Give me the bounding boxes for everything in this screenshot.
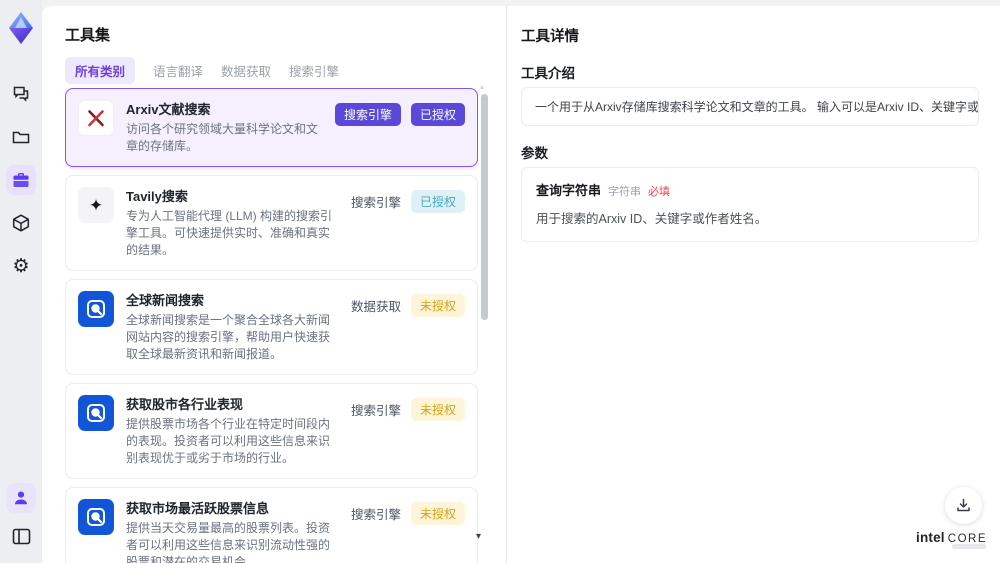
auth-badge: 未授权 [410, 398, 465, 421]
params-heading: 参数 [521, 146, 548, 161]
intro-text: 一个用于从Arxiv存储库搜索科学论文和文章的工具。 输入可以是Arxiv ID… [521, 87, 979, 126]
tool-desc: 提供当天交易量最高的股票列表。投资者可以利用这些信息来识别流动性强的股票和潜在的… [126, 521, 331, 563]
tool-desc: 访问各个研究领域大量科学论文和文章的存储库。 [126, 122, 319, 153]
param-required-flag: 必填 [648, 186, 671, 198]
tool-card-active-stocks[interactable]: 获取市场最活跃股票信息 提供当天交易量最高的股票列表。投资者可以利用这些信息来识… [65, 487, 478, 563]
sidebar: ⚙ [0, 0, 42, 563]
tool-card-stock-sector[interactable]: 获取股市各行业表现 提供股票市场各个行业在特定时间段内的表现。投资者可以利用这些… [65, 383, 478, 479]
param-desc: 用于搜索的Arxiv ID、关键字或作者姓名。 [536, 212, 768, 226]
arxiv-icon [78, 100, 114, 136]
sidebar-item-settings[interactable]: ⚙ [6, 251, 36, 281]
scrollbar-down-arrow[interactable]: ▾ [476, 531, 481, 542]
tool-card-global-news[interactable]: 全球新闻搜索 全球新闻搜索是一个聚合全球各大新闻网站内容的搜索引擎，帮助用户快速… [65, 279, 478, 375]
download-button[interactable] [945, 487, 982, 524]
cube-icon [11, 213, 31, 233]
folder-icon [11, 127, 31, 147]
category-label: 搜索引擎 [350, 196, 401, 210]
sidebar-item-chat[interactable] [6, 79, 36, 109]
tool-title: 全球新闻搜索 [126, 293, 205, 308]
category-label: 搜索引擎 [350, 404, 401, 418]
chat-icon [11, 84, 31, 104]
page-title: 工具集 [65, 27, 111, 44]
tool-title: Tavily搜索 [126, 189, 188, 204]
sidebar-item-collapse[interactable] [6, 521, 36, 551]
sidebar-item-files[interactable] [6, 122, 36, 152]
intel-core-sublogo [952, 544, 986, 549]
detail-panel: 工具详情 工具介绍 一个用于从Arxiv存储库搜索科学论文和文章的工具。 输入可… [506, 6, 1000, 563]
gear-icon: ⚙ [12, 255, 30, 277]
detail-title: 工具详情 [521, 29, 579, 45]
category-label: 数据获取 [350, 300, 401, 314]
tab-all-categories[interactable]: 所有类别 [65, 57, 136, 84]
tool-list: Arxiv文献搜索 访问各个研究领域大量科学论文和文章的存储库。 搜索引擎 已授… [65, 88, 478, 563]
briefcase-icon [11, 170, 31, 190]
auth-badge: 已授权 [410, 190, 465, 213]
scrollbar-up-arrow[interactable]: ▴ [480, 82, 484, 91]
category-label: 搜索引擎 [350, 508, 401, 522]
main-panel: 工具集 所有类别 语言翻译 数据获取 搜索引擎 Arxiv文献搜索 访问各个研究… [42, 6, 1000, 563]
category-tabs: 所有类别 语言翻译 数据获取 搜索引擎 [65, 57, 339, 84]
stock-sector-icon [78, 395, 114, 431]
tool-title: 获取市场最活跃股票信息 [126, 501, 270, 516]
sidebar-nav: ⚙ [6, 79, 36, 281]
tool-title: 获取股市各行业表现 [126, 397, 244, 412]
app-logo-icon [4, 9, 38, 47]
tool-card-tavily[interactable]: ✦ Tavily搜索 专为人工智能代理 (LLM) 构建的搜索引擎工具。可快速提… [65, 175, 478, 271]
panel-toggle-icon [12, 528, 31, 545]
category-badge: 搜索引擎 [334, 103, 401, 126]
tavily-star-icon: ✦ [78, 187, 114, 223]
news-search-icon [78, 291, 114, 327]
sidebar-item-account[interactable] [6, 483, 36, 513]
tab-language-translation[interactable]: 语言翻译 [153, 61, 203, 80]
intro-heading: 工具介绍 [521, 66, 575, 81]
tab-search-engine[interactable]: 搜索引擎 [289, 61, 339, 80]
tool-desc: 提供股票市场各个行业在特定时间段内的表现。投资者可以利用这些信息来识别表现优于或… [126, 417, 331, 465]
auth-badge: 未授权 [410, 502, 465, 525]
tool-title: Arxiv文献搜索 [126, 102, 211, 117]
tool-desc: 专为人工智能代理 (LLM) 构建的搜索引擎工具。可快速提供实时、准确和真实的结… [126, 209, 333, 257]
list-scrollbar[interactable] [481, 94, 488, 320]
sidebar-item-tools[interactable] [6, 165, 36, 195]
param-name: 查询字符串 [536, 183, 602, 198]
param-type: 字符串 [608, 186, 642, 198]
tool-card-arxiv[interactable]: Arxiv文献搜索 访问各个研究领域大量科学论文和文章的存储库。 搜索引擎 已授… [65, 88, 478, 167]
auth-badge: 未授权 [410, 294, 465, 317]
param-card: 查询字符串 字符串 必填 用于搜索的Arxiv ID、关键字或作者姓名。 [521, 167, 979, 242]
auth-badge: 已授权 [410, 103, 465, 126]
tab-data-fetch[interactable]: 数据获取 [221, 61, 271, 80]
tool-desc: 全球新闻搜索是一个聚合全球各大新闻网站内容的搜索引擎，帮助用户快速获取全球最新资… [126, 313, 331, 361]
active-stock-icon [78, 499, 114, 535]
sidebar-item-models[interactable] [6, 208, 36, 238]
download-icon [955, 497, 972, 514]
user-icon [12, 489, 30, 507]
